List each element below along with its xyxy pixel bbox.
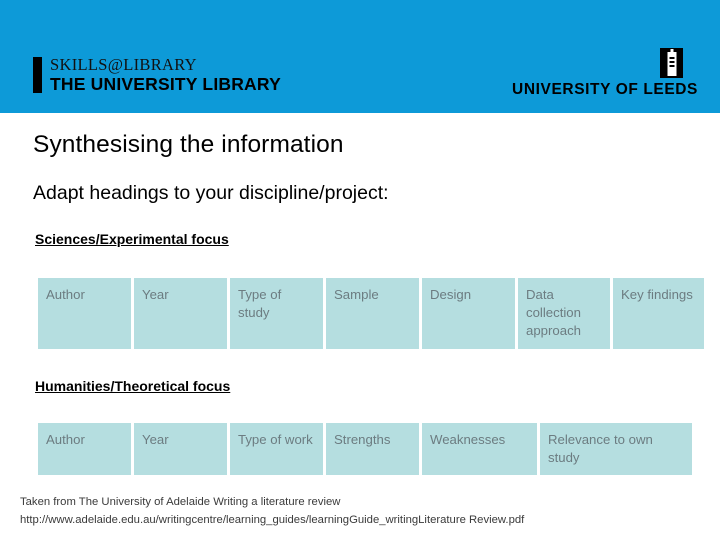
slide-canvas: SKILLS@LIBRARY THE UNIVERSITY LIBRARY UN… [0,0,720,540]
skills-library-logo: SKILLS@LIBRARY THE UNIVERSITY LIBRARY [33,55,281,94]
column-header-author: Author [38,423,131,476]
column-header-key-findings: Key findings [613,278,704,349]
header-band: SKILLS@LIBRARY THE UNIVERSITY LIBRARY UN… [0,0,720,113]
column-header-relevance-to-own-study: Relevance to own study [540,423,692,476]
column-header-type-of-work: Type of work [230,423,323,476]
page-subtitle: Adapt headings to your discipline/projec… [33,182,389,204]
sciences-table: Author Year Type of study Sample Design … [35,275,707,352]
column-header-strengths: Strengths [326,423,419,476]
humanities-table: Author Year Type of work Strengths Weakn… [35,420,695,478]
column-header-sample: Sample [326,278,419,349]
university-of-leeds-logo: UNIVERSITY OF LEEDS [512,48,698,99]
column-header-year: Year [134,423,227,476]
source-attribution-line1: Taken from The University of Adelaide Wr… [20,496,341,508]
column-header-year: Year [134,278,227,349]
column-header-design: Design [422,278,515,349]
column-header-type-of-study: Type of study [230,278,323,349]
vertical-bar-icon [33,57,42,93]
column-header-weaknesses: Weaknesses [422,423,537,476]
column-header-data-collection-approach: Data collection approach [518,278,610,349]
source-attribution-url: http://www.adelaide.edu.au/writingcentre… [20,513,525,526]
leeds-tower-icon [660,48,683,78]
skills-library-wordmark: SKILLS@LIBRARY [50,55,197,74]
page-title: Synthesising the information [33,131,344,158]
column-header-author: Author [38,278,131,349]
table-row: Author Year Type of work Strengths Weakn… [38,423,692,476]
section-heading-humanities: Humanities/Theoretical focus [35,378,231,394]
source-attribution: Taken from The University of Adelaide Wr… [20,494,524,529]
section-heading-sciences: Sciences/Experimental focus [35,231,229,247]
university-of-leeds-wordmark: UNIVERSITY OF LEEDS [512,81,698,98]
university-library-wordmark: THE UNIVERSITY LIBRARY [50,73,281,94]
table-row: Author Year Type of study Sample Design … [38,278,704,349]
